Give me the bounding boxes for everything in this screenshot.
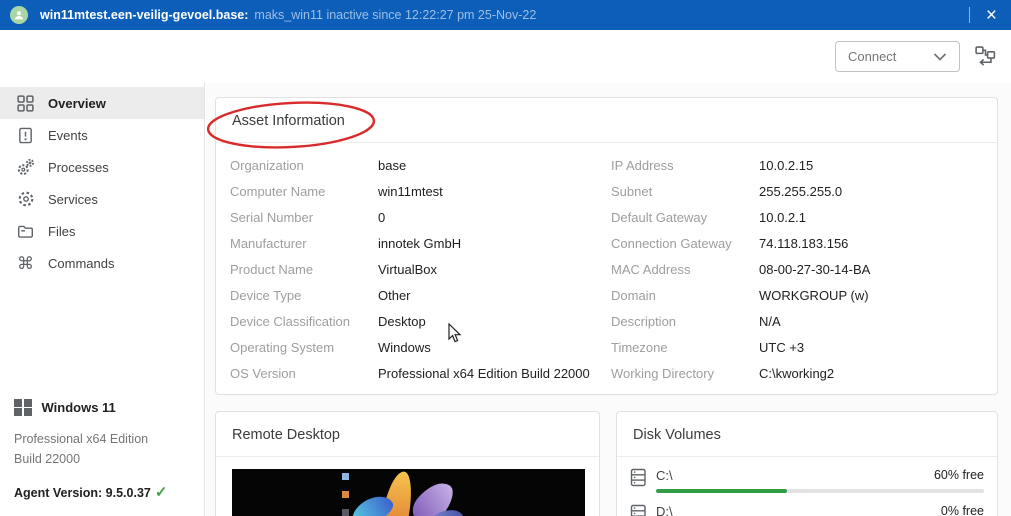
sidebar-item-services[interactable]: Services	[0, 183, 204, 215]
field-row: Description N/A	[611, 313, 781, 329]
field-row: Product Name VirtualBox	[230, 261, 438, 277]
drive-icon	[630, 466, 650, 493]
field-row: Connection Gateway 74.118.183.156	[611, 235, 849, 251]
field-row: Organization base	[230, 157, 407, 173]
asset-information-title: Asset Information	[216, 98, 997, 143]
os-build: Professional x64 Edition Build 22000	[14, 432, 149, 466]
drive-icon	[630, 502, 650, 516]
volume-name: C:\	[656, 467, 673, 483]
check-icon: ✓	[154, 484, 168, 501]
connect-dropdown[interactable]: Connect	[835, 41, 960, 72]
volume-progress-track	[656, 489, 984, 493]
toolbar: Connect	[0, 30, 1011, 83]
desktop-icons	[342, 473, 349, 516]
chevron-down-icon	[933, 52, 947, 61]
asset-fields-left: Organization base Computer Name win11mtest…	[230, 152, 611, 386]
title-bar: win11mtest.een-veilig-gevoel.base: maks_…	[0, 0, 1011, 30]
asset-fields-right: IP Address 10.0.2.15 Subnet 255.255.255.0 …	[611, 152, 997, 386]
field-row: Domain WORKGROUP (w)	[611, 287, 869, 303]
sidebar-item-label: Events	[48, 127, 88, 143]
sidebar: Overview Events Processes Services Files…	[0, 83, 205, 516]
machine-status: maks_win11 inactive since 12:22:27 pm 25…	[254, 8, 537, 22]
main-content: Asset Information Organization base Compu…	[206, 83, 1011, 516]
agent-version: Agent Version: 9.5.0.37	[14, 486, 151, 500]
agent-avatar	[10, 6, 28, 24]
disk-volumes-card: Disk Volumes C:\ 60% free D:\ 0% free	[616, 411, 998, 516]
os-name: Windows 11	[41, 400, 116, 415]
sidebar-item-label: Processes	[48, 159, 109, 175]
field-row: Device Classification Desktop	[230, 313, 426, 329]
volume-row-c: C:\ 60% free	[630, 466, 984, 493]
field-row: Working Directory C:\kworking2	[611, 365, 835, 381]
command-icon: ⌘	[17, 253, 34, 273]
sidebar-item-label: Services	[48, 191, 98, 207]
field-row: Manufacturer innotek GmbH	[230, 235, 462, 251]
field-row: Device Type Other	[230, 287, 411, 303]
gears-icon	[16, 158, 35, 177]
volume-row-d: D:\ 0% free	[630, 502, 984, 516]
sidebar-item-label: Commands	[48, 255, 115, 271]
person-icon	[14, 11, 24, 20]
connect-dropdown-label: Connect	[848, 49, 897, 64]
sidebar-item-files[interactable]: Files	[0, 215, 204, 247]
sidebar-item-commands[interactable]: ⌘ Commands	[0, 247, 204, 279]
asset-information-card: Asset Information Organization base Compu…	[206, 97, 998, 395]
volume-progress-fill	[656, 489, 788, 493]
field-row: MAC Address 08-00-27-30-14-BA	[611, 261, 871, 277]
remote-desktop-title: Remote Desktop	[216, 412, 599, 457]
asset-fields: Organization base Computer Name win11mtest…	[216, 143, 997, 386]
field-row: Default Gateway 10.0.2.1	[611, 209, 806, 225]
event-log-icon	[16, 126, 35, 145]
field-row: Timezone UTC +3	[611, 339, 805, 355]
sidebar-item-overview[interactable]: Overview	[0, 87, 204, 119]
field-row: OS Version Professional x64 Edition Build…	[230, 365, 590, 381]
disk-volumes-title: Disk Volumes	[617, 412, 997, 457]
field-row: Serial Number 0	[230, 209, 386, 225]
sidebar-item-label: Overview	[48, 95, 106, 111]
sidebar-footer: Windows 11 Professional x64 Edition Buil…	[0, 398, 204, 516]
gear-icon	[16, 190, 35, 209]
volume-name: D:\	[656, 503, 673, 516]
remote-desktop-card: Remote Desktop	[215, 411, 600, 516]
sidebar-item-label: Files	[48, 223, 76, 239]
sidebar-item-events[interactable]: Events	[0, 119, 204, 151]
titlebar-divider	[968, 7, 970, 23]
field-row: Computer Name win11mtest	[230, 183, 443, 199]
field-row: Subnet 255.255.255.0	[611, 183, 843, 199]
sidebar-nav: Overview Events Processes Services Files…	[0, 83, 204, 279]
field-row: IP Address 10.0.2.15	[611, 157, 814, 173]
remote-desktop-thumbnail[interactable]	[232, 469, 585, 516]
windows-logo-icon	[14, 398, 32, 417]
folder-icon	[16, 222, 35, 241]
sidebar-item-processes[interactable]: Processes	[0, 151, 204, 183]
machine-title: win11mtest.een-veilig-gevoel.base:	[40, 8, 249, 22]
field-row: Operating System Windows	[230, 339, 431, 355]
volume-free-label: 60% free	[933, 468, 984, 482]
close-icon[interactable]: ×	[982, 6, 1001, 25]
connect-nodes-icon[interactable]	[974, 45, 997, 68]
grid-icon	[16, 94, 35, 113]
volume-free-label: 0% free	[940, 504, 984, 516]
